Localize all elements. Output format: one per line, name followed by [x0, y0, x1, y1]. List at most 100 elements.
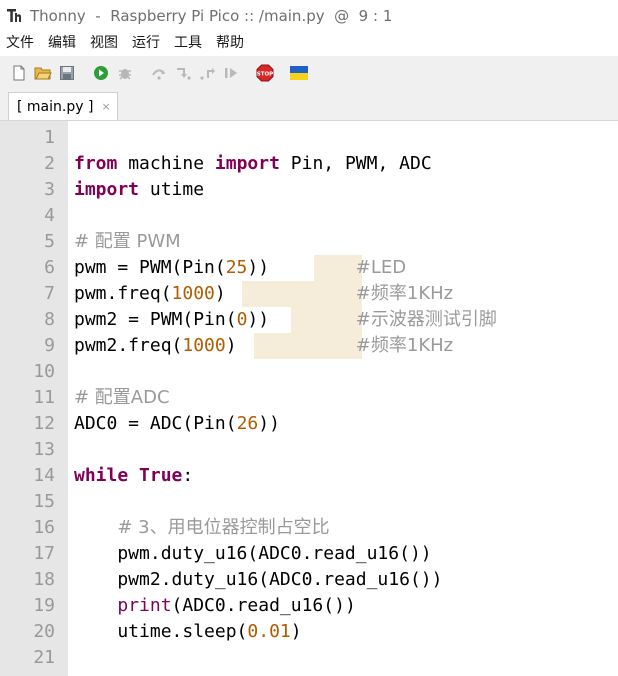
code-token: True [139, 465, 183, 486]
step-over-icon[interactable] [148, 62, 170, 84]
code-token: ADC0 = ADC(Pin( [74, 413, 237, 434]
code-token: utime [139, 179, 205, 200]
svg-text:STOP: STOP [257, 72, 273, 78]
line-number: 1 [44, 127, 55, 148]
code-token: (ADC0.read_u16()) [171, 595, 356, 616]
save-icon[interactable] [56, 62, 78, 84]
line-number: 16 [33, 517, 55, 538]
code-token: Pin, PWM, ADC [279, 153, 432, 174]
code-token: pwm.duty_u16(ADC0.read_u16()) [74, 543, 432, 564]
code-token: pwm2.duty_u16(ADC0.read_u16()) [74, 569, 443, 590]
code-token: pwm2 = PWM(Pin( [74, 309, 237, 330]
editor-tab-bar: [ main.py ] × [0, 90, 618, 121]
line-number: 11 [33, 387, 55, 408]
code-token: pwm = PWM(Pin( [74, 257, 226, 278]
code-line: from machine import Pin, PWM, ADC [74, 151, 432, 177]
menu-file[interactable]: 文件 [0, 32, 42, 52]
line-number: 2 [44, 153, 55, 174]
code-line: while True: [74, 463, 193, 489]
line-number: 15 [33, 491, 55, 512]
code-token: import [74, 179, 140, 200]
new-file-icon[interactable] [8, 62, 30, 84]
code-token: 1000 [182, 335, 226, 356]
code-token: 25 [225, 257, 248, 278]
code-line: # 3、用电位器控制占空比 [74, 515, 330, 541]
code-token: ) [214, 283, 226, 304]
code-line: # 配置 PWM [74, 229, 181, 255]
line-number: 21 [33, 647, 55, 668]
code-token: # 配置ADC [74, 387, 170, 408]
code-token: while [74, 465, 129, 486]
code-token: # 配置 PWM [74, 231, 181, 252]
step-into-icon[interactable] [172, 62, 194, 84]
line-number: 20 [33, 621, 55, 642]
code-token: import [214, 153, 280, 174]
line-number: 3 [44, 179, 55, 200]
line-number: 19 [33, 595, 55, 616]
code-token: 0 [236, 309, 248, 330]
code-line: pwm2.freq(1000) #频率1KHz [74, 333, 453, 359]
code-token: #LED [355, 257, 407, 278]
code-token: #频率1KHz [355, 335, 454, 356]
code-token: from [74, 153, 118, 174]
tab-main-py[interactable]: [ main.py ] × [8, 92, 118, 120]
debug-icon[interactable] [114, 62, 136, 84]
window-title: Thonny - Raspberry Pi Pico :: /main.py @… [30, 7, 393, 25]
menu-bar: 文件 编辑 视图 运行 工具 帮助 [0, 32, 618, 52]
code-line: import utime [74, 177, 204, 203]
line-number: 12 [33, 413, 55, 434]
line-number: 5 [44, 231, 55, 252]
code-area[interactable]: from machine import Pin, PWM, ADC import … [74, 121, 618, 676]
line-number: 10 [33, 361, 55, 382]
line-number: 13 [33, 439, 55, 460]
run-icon[interactable] [90, 62, 112, 84]
step-out-icon[interactable] [196, 62, 218, 84]
code-token: 1000 [171, 283, 215, 304]
line-number: 6 [44, 257, 55, 278]
code-token: # 3、用电位器控制占空比 [117, 517, 330, 538]
menu-help[interactable]: 帮助 [210, 32, 252, 52]
line-number: 14 [33, 465, 55, 486]
code-line: pwm.duty_u16(ADC0.read_u16()) [74, 541, 432, 567]
line-number: 8 [44, 309, 55, 330]
code-token: 26 [236, 413, 259, 434]
ukraine-flag-icon[interactable] [288, 62, 310, 84]
code-token: #频率1KHz [355, 283, 454, 304]
title-bar: Thonny - Raspberry Pi Pico :: /main.py @… [0, 0, 618, 32]
code-token: pwm2.freq( [74, 335, 183, 356]
code-line: pwm2.duty_u16(ADC0.read_u16()) [74, 567, 442, 593]
code-line: pwm.freq(1000) #频率1KHz [74, 281, 453, 307]
code-line: print(ADC0.read_u16()) [74, 593, 356, 619]
code-token: ) [225, 335, 237, 356]
code-token: utime.sleep( [74, 621, 248, 642]
menu-edit[interactable]: 编辑 [42, 32, 84, 52]
line-number: 9 [44, 335, 55, 356]
code-token: )) [258, 413, 280, 434]
line-number: 17 [33, 543, 55, 564]
code-token: )) [247, 309, 270, 330]
code-line: ADC0 = ADC(Pin(26)) [74, 411, 280, 437]
tab-close-icon[interactable]: × [101, 100, 110, 113]
menu-tools[interactable]: 工具 [168, 32, 210, 52]
code-editor[interactable]: 1 2 3 4 5 6 7 8 9 10 11 12 13 14 15 16 17 18 19 20 21 from m… [0, 121, 618, 676]
menu-view[interactable]: 视图 [84, 32, 126, 52]
code-line: utime.sleep(0.01) [74, 619, 301, 645]
resume-icon[interactable] [220, 62, 242, 84]
tab-label: [ main.py ] [17, 98, 94, 115]
code-token: )) [247, 257, 270, 278]
line-number: 4 [44, 205, 55, 226]
open-file-icon[interactable] [32, 62, 54, 84]
stop-icon[interactable]: STOP [254, 62, 276, 84]
code-token: : [182, 465, 194, 486]
menu-run[interactable]: 运行 [126, 32, 168, 52]
code-line: pwm = PWM(Pin(25)) #LED [74, 255, 406, 281]
code-token: machine [117, 153, 215, 174]
code-token: #示波器测试引脚 [355, 309, 497, 330]
